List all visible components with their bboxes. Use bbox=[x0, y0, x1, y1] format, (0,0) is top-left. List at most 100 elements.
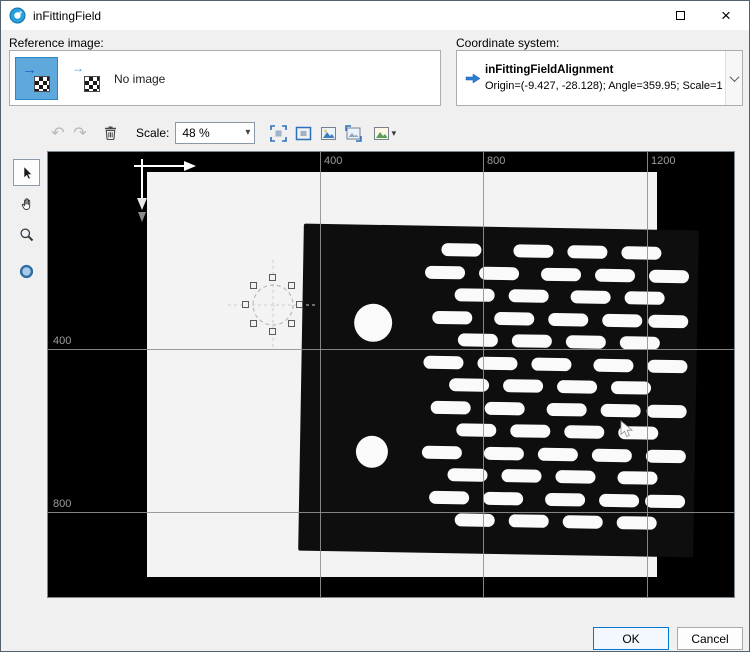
alignment-arrow-icon bbox=[465, 71, 481, 86]
stencil-slot bbox=[509, 289, 549, 303]
redo-button[interactable]: ↷ bbox=[69, 123, 91, 143]
coordinate-system-combobox[interactable]: inFittingFieldAlignment Origin=(-9.427, … bbox=[456, 50, 743, 106]
close-icon: × bbox=[721, 7, 731, 24]
image-icon bbox=[373, 125, 390, 142]
scale-combobox[interactable]: 48 % ▾ bbox=[175, 122, 255, 144]
stencil-slot bbox=[510, 424, 550, 438]
stencil-slot bbox=[592, 448, 632, 462]
stencil-slot bbox=[509, 514, 549, 528]
infittingfield-dialog: inFittingField × Reference image: → → No… bbox=[0, 0, 750, 652]
stencil-slot bbox=[431, 400, 471, 414]
stencil-slot bbox=[425, 265, 465, 279]
fitting-field-marker[interactable] bbox=[223, 255, 323, 355]
trash-icon bbox=[103, 125, 118, 141]
cancel-button-label: Cancel bbox=[691, 632, 728, 646]
stencil-slot bbox=[422, 445, 462, 459]
stencil-slot bbox=[621, 246, 661, 260]
stencil-slot bbox=[555, 470, 595, 484]
circle-region-tool-button[interactable] bbox=[13, 258, 40, 285]
stencil-slot bbox=[483, 491, 523, 505]
stencil-slot bbox=[545, 492, 585, 506]
marker-handle[interactable] bbox=[288, 282, 295, 289]
gridline-horizontal bbox=[48, 349, 734, 350]
stencil-slot bbox=[479, 266, 519, 280]
stencil-slot bbox=[531, 357, 571, 371]
zoom-tool-button[interactable] bbox=[13, 221, 40, 248]
stencil-slot bbox=[648, 314, 688, 328]
app-icon bbox=[9, 7, 26, 24]
stencil-slot bbox=[423, 355, 463, 369]
undo-button[interactable]: ↶ bbox=[47, 123, 69, 143]
reference-thumbnail-selected[interactable]: → bbox=[16, 58, 57, 99]
zoom-fit-button[interactable] bbox=[267, 122, 290, 145]
ruler-label-left: 400 bbox=[53, 335, 71, 347]
stencil-slot bbox=[593, 358, 633, 372]
maximize-button[interactable] bbox=[657, 1, 703, 30]
stencil-slot bbox=[602, 313, 642, 327]
scale-value: 48 % bbox=[182, 126, 209, 140]
marker-crosshair-icon bbox=[223, 255, 323, 355]
delete-button[interactable] bbox=[99, 122, 122, 145]
zoom-original-button[interactable] bbox=[317, 122, 340, 145]
close-button[interactable]: × bbox=[703, 1, 749, 30]
ok-button[interactable]: OK bbox=[593, 627, 669, 650]
marker-handle[interactable] bbox=[269, 274, 276, 281]
marker-handle[interactable] bbox=[269, 328, 276, 335]
checker-image-icon bbox=[34, 76, 50, 92]
coordinate-axes-icon bbox=[128, 152, 208, 224]
stencil-slot bbox=[567, 245, 607, 259]
stencil-slot bbox=[513, 244, 553, 258]
stencil-slot bbox=[538, 447, 578, 461]
cancel-button[interactable]: Cancel bbox=[677, 627, 743, 650]
camera-image bbox=[147, 172, 657, 577]
pan-tool-button[interactable] bbox=[13, 190, 40, 217]
tool-palette bbox=[13, 159, 40, 289]
scale-label: Scale: bbox=[136, 126, 169, 140]
zoom-selection-icon bbox=[345, 125, 362, 142]
stencil-slot bbox=[432, 310, 472, 324]
marker-handle[interactable] bbox=[250, 320, 257, 327]
marker-handle[interactable] bbox=[242, 301, 249, 308]
marker-handle[interactable] bbox=[250, 282, 257, 289]
reference-image-icon: → bbox=[23, 65, 50, 92]
coordinate-dropdown-button[interactable] bbox=[725, 51, 742, 105]
reference-image-panel: → → No image bbox=[9, 50, 441, 106]
coordinate-system-label: Coordinate system: bbox=[456, 36, 559, 50]
marker-handle[interactable] bbox=[288, 320, 295, 327]
stencil-slot bbox=[501, 469, 541, 483]
stencil-slot bbox=[566, 335, 606, 349]
canvas-toolbar: ↶ ↷ Scale: 48 % ▾ bbox=[47, 120, 401, 146]
zoom-window-button[interactable] bbox=[292, 122, 315, 145]
marker-handle[interactable] bbox=[296, 301, 303, 308]
stencil-slot bbox=[647, 404, 687, 418]
stencil-plate bbox=[298, 224, 699, 558]
mouse-cursor-icon bbox=[620, 420, 634, 438]
no-image-label: No image bbox=[114, 51, 165, 107]
zoom-buttons: ▾ bbox=[267, 122, 401, 145]
zoom-fit-icon bbox=[270, 125, 287, 142]
reference-thumbnail-2[interactable]: → bbox=[66, 58, 107, 99]
stencil-slot bbox=[503, 379, 543, 393]
checker-image-icon bbox=[84, 76, 100, 92]
reference-image-icon: → bbox=[73, 65, 100, 92]
select-tool-button[interactable] bbox=[13, 159, 40, 186]
circle-tool-icon bbox=[18, 263, 35, 280]
gridline-vertical bbox=[483, 152, 484, 597]
reference-image-label: Reference image: bbox=[9, 36, 104, 50]
zoom-selection-button[interactable] bbox=[342, 122, 365, 145]
stencil-slot bbox=[494, 311, 534, 325]
stencil-slot bbox=[429, 490, 469, 504]
gridline-vertical bbox=[647, 152, 648, 597]
stencil-slot bbox=[547, 402, 587, 416]
window-controls: × bbox=[657, 1, 749, 30]
stencil-slot bbox=[485, 401, 525, 415]
view-options-dropdown[interactable]: ▾ bbox=[367, 122, 401, 145]
stencil-hole bbox=[354, 303, 393, 342]
magnifier-icon bbox=[19, 227, 35, 243]
maximize-icon bbox=[676, 11, 685, 20]
image-canvas[interactable]: 400 800 1200 400 800 bbox=[47, 151, 735, 598]
ok-button-label: OK bbox=[622, 632, 639, 646]
stencil-slot bbox=[441, 242, 481, 256]
stencil-slot bbox=[557, 380, 597, 394]
zoom-window-icon bbox=[295, 125, 312, 142]
